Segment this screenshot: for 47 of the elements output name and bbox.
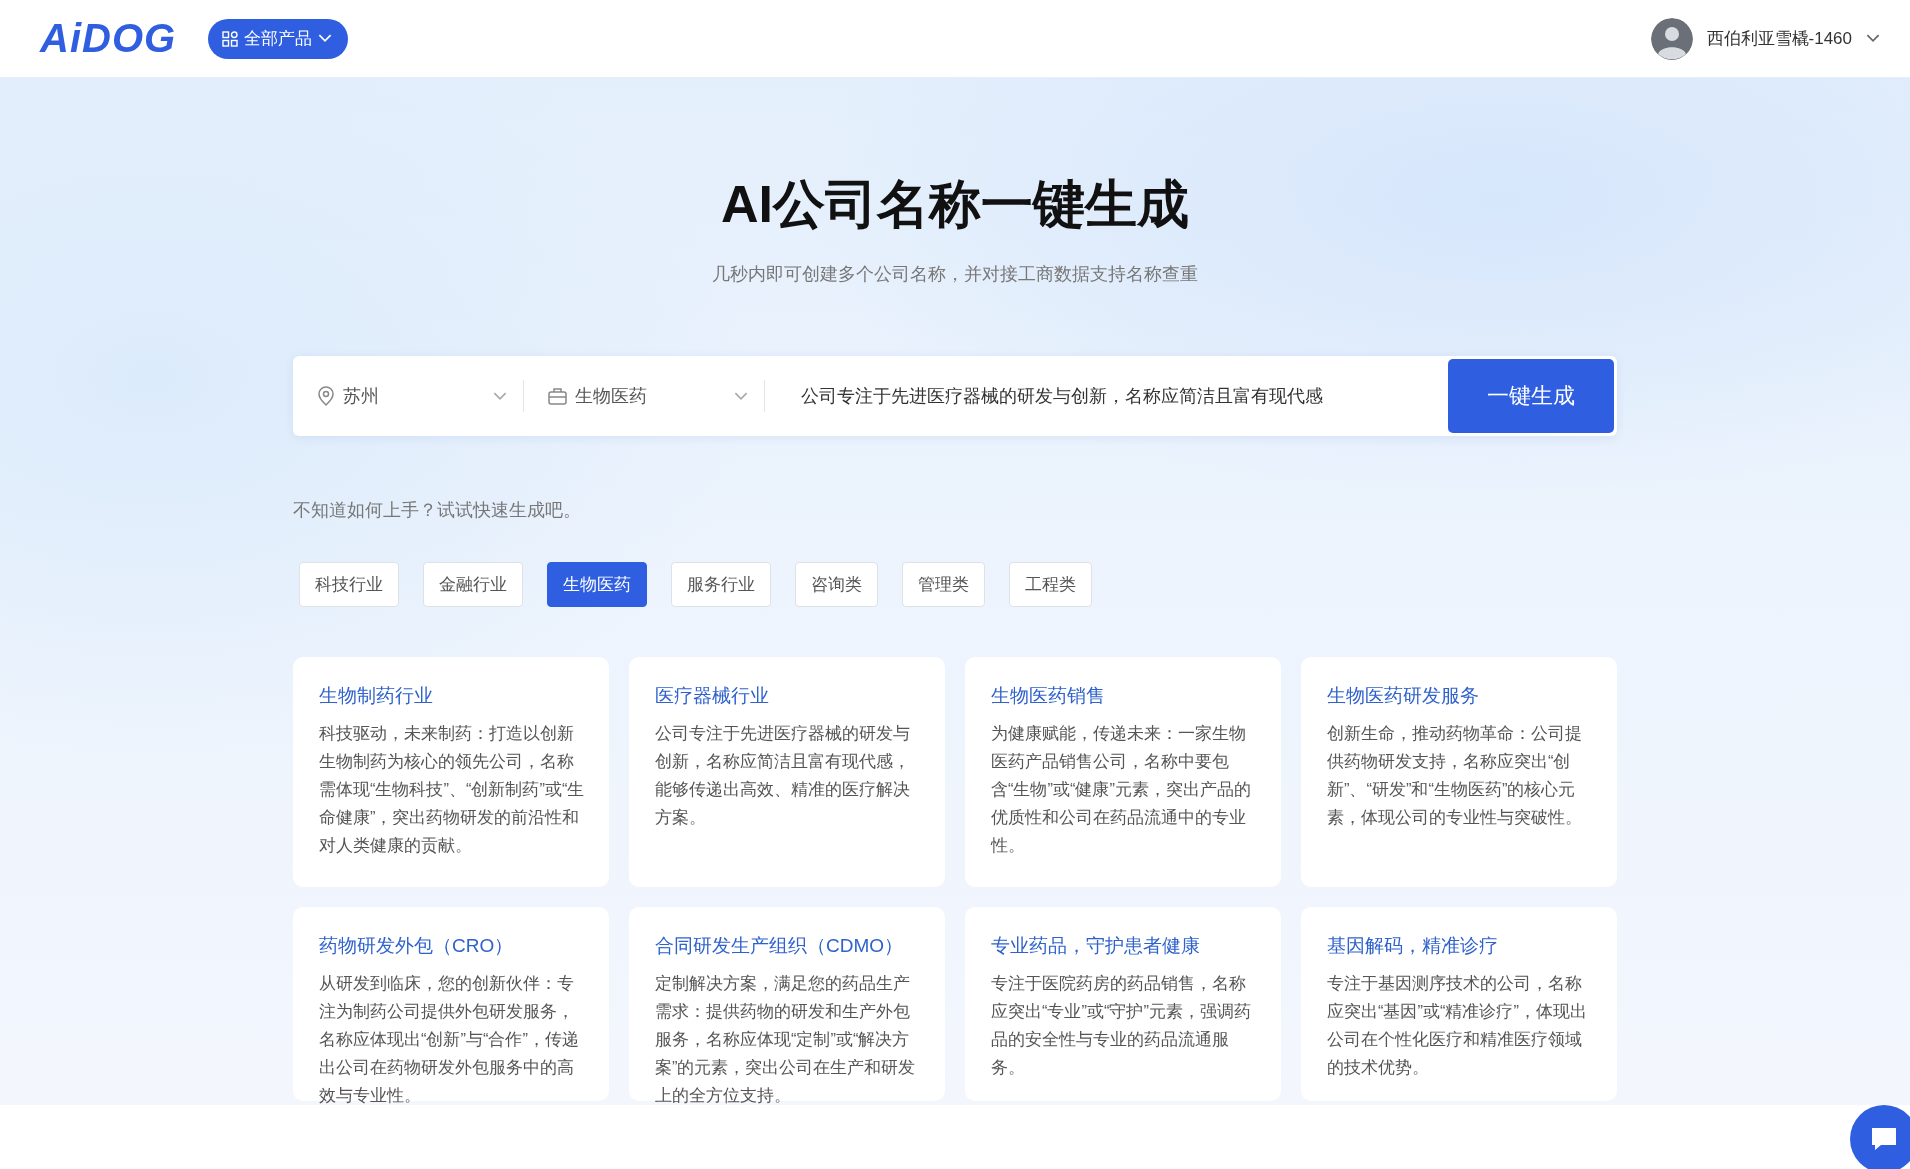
card-title: 生物医药销售 (991, 684, 1106, 708)
example-card[interactable]: 生物制药行业 科技驱动，未来制药：打造以创新生物制药为核心的领先公司，名称需体现“生物科技”、“创新制药”或“生命健康”，突出药物研发的前沿性和对人类健康的贡献。 (293, 657, 609, 887)
industry-select[interactable]: 生物医药 (548, 384, 764, 408)
category-tag[interactable]: 服务行业 (671, 562, 771, 607)
chevron-down-icon (734, 391, 748, 401)
chevron-down-icon (318, 34, 333, 43)
example-card[interactable]: 基因解码，精准诊疗 专注于基因测序技术的公司，名称应突出“基因”或“精准诊疗”，体现出公司在个性化医疗和精准医疗领域的技术优势。 (1301, 907, 1617, 1101)
card-description: 为健康赋能，传递未来：一家生物医药产品销售公司，名称中要包含“生物”或“健康”元素，突出产品的优质性和公司在药品流通中的专业性。 (991, 723, 1252, 856)
chat-button[interactable] (1850, 1105, 1910, 1169)
example-card[interactable]: 生物医药研发服务 创新生命，推动药物革命：公司提供药物研发支持，名称应突出“创新”、“研发”和“生物医药”的核心元素，体现公司的专业性与突破性。 (1301, 657, 1617, 887)
category-tag[interactable]: 咨询类 (795, 562, 878, 607)
grid-icon (222, 30, 239, 47)
location-pin-icon (317, 386, 335, 406)
category-tag[interactable]: 金融行业 (423, 562, 523, 607)
card-title: 医疗器械行业 (655, 684, 770, 708)
generate-button[interactable]: 一键生成 (1448, 359, 1614, 433)
hint-text: 不知道如何上手？试试快速生成吧。 (293, 499, 582, 522)
avatar[interactable] (1650, 17, 1693, 60)
example-card[interactable]: 专业药品，守护患者健康 专注于医院药房的药品销售，名称应突出“专业”或“守护”元素，强调药品的安全性与专业的药品流通服务。 (965, 907, 1281, 1101)
card-title: 药物研发外包（CRO） (319, 934, 515, 958)
card-description: 专注于医院药房的药品销售，名称应突出“专业”或“守护”元素，强调药品的安全性与专业的药品流通服务。 (991, 973, 1252, 1078)
description-field[interactable]: 公司专注于先进医疗器械的研发与创新，名称应简洁且富有现代感 (789, 384, 1428, 408)
example-card[interactable]: 医疗器械行业 公司专注于先进医疗器械的研发与创新，名称应简洁且富有现代感，能够传递出高效、精准的医疗解决方案。 (629, 657, 945, 887)
all-products-button[interactable]: 全部产品 (208, 18, 349, 59)
card-title: 生物制药行业 (319, 684, 434, 708)
page-subtitle: 几秒内即可创建多个公司名称，并对接工商数据支持名称查重 (711, 263, 1199, 286)
chat-icon (1869, 1125, 1899, 1153)
category-tag[interactable]: 工程类 (1009, 562, 1092, 607)
category-tag[interactable]: 科技行业 (299, 562, 399, 607)
card-title: 合同研发生产组织（CDMO） (655, 934, 905, 958)
chevron-down-icon[interactable] (1866, 34, 1880, 43)
user-name[interactable]: 西伯利亚雪橇-1460 (1706, 27, 1852, 50)
city-select[interactable]: 苏州 (317, 384, 523, 408)
card-description: 创新生命，推动药物革命：公司提供药物研发支持，名称应突出“创新”、“研发”和“生物医药”的核心元素，体现公司的专业性与突破性。 (1327, 723, 1583, 828)
chevron-down-icon (493, 391, 507, 401)
card-title: 专业药品，守护患者健康 (991, 934, 1201, 958)
logo[interactable]: AiDOG (40, 16, 177, 61)
card-description: 专注于基因测序技术的公司，名称应突出“基因”或“精准诊疗”，体现出公司在个性化医疗和精准医疗领域的技术优势。 (1327, 973, 1588, 1078)
card-description: 科技驱动，未来制药：打造以创新生物制药为核心的领先公司，名称需体现“生物科技”、“创新制药”或“生命健康”，突出药物研发的前沿性和对人类健康的贡献。 (319, 723, 585, 856)
briefcase-icon (548, 387, 567, 405)
category-tag[interactable]: 管理类 (902, 562, 985, 607)
card-title: 基因解码，精准诊疗 (1327, 934, 1499, 958)
category-tag[interactable]: 生物医药 (547, 562, 647, 607)
card-title: 生物医药研发服务 (1327, 684, 1480, 708)
card-description: 公司专注于先进医疗器械的研发与创新，名称应简洁且富有现代感，能够传递出高效、精准的医疗解决方案。 (655, 723, 911, 828)
example-card[interactable]: 生物医药销售 为健康赋能，传递未来：一家生物医药产品销售公司，名称中要包含“生物”或“健康”元素，突出产品的优质性和公司在药品流通中的专业性。 (965, 657, 1281, 887)
page-title: AI公司名称一键生成 (720, 174, 1190, 235)
